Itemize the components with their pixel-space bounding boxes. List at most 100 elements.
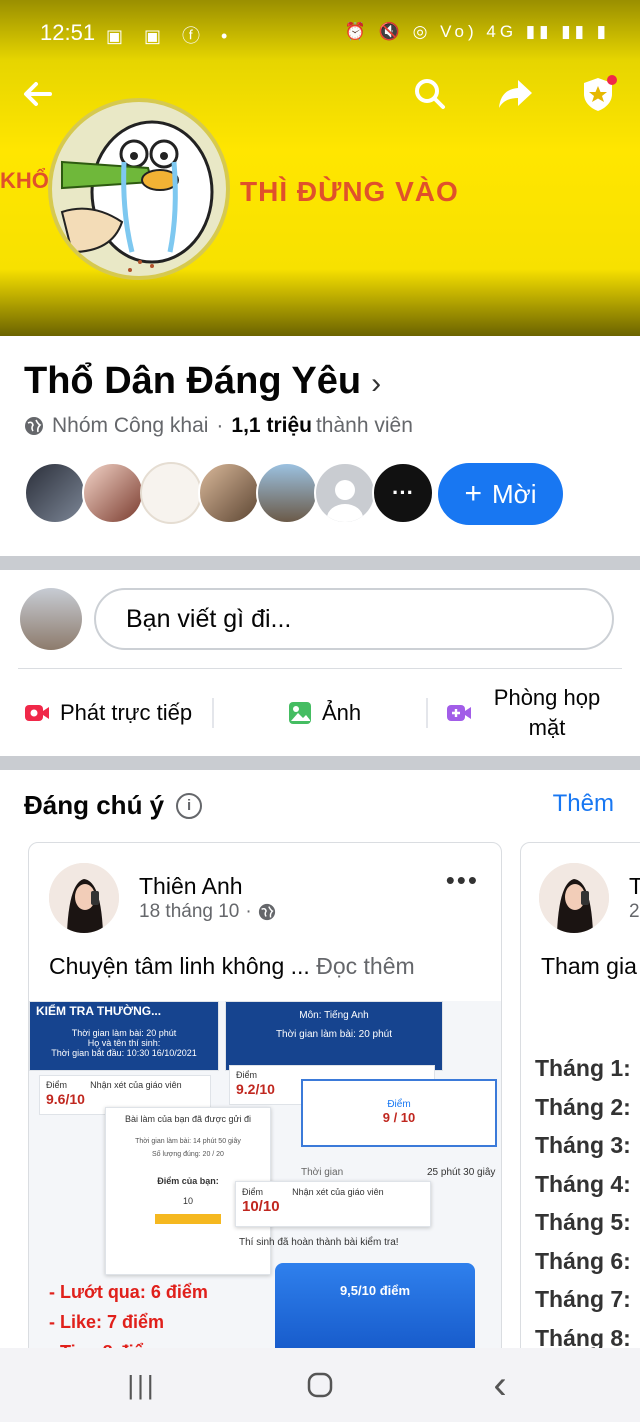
photo-label: Ảnh [322, 700, 362, 725]
exam-start: Thời gian bắt đầu: 10:30 16/10/2021 [51, 1048, 197, 1058]
time-label: Thời gian [301, 1167, 344, 1178]
avatar[interactable] [256, 462, 318, 524]
featured-title-text: Đáng chú ý [24, 790, 165, 820]
month-item: Tháng 4: [535, 1170, 631, 1197]
divider [18, 668, 622, 669]
avatar[interactable] [140, 462, 202, 524]
section-divider [0, 556, 640, 570]
shield-star-icon [584, 75, 617, 111]
post-image-collage[interactable]: KIỂM TRA THƯỜNG... Thời gian làm bài: 20… [29, 1001, 501, 1361]
time-spent: Thời gian làm bài: 14 phút 50 giây [135, 1138, 241, 1145]
post-date: 2 [629, 901, 640, 922]
post-composer-input[interactable]: Bạn viết gì đi... [94, 588, 614, 650]
back-nav-button[interactable]: ‹ [470, 1360, 530, 1410]
teacher-comment-label-2: Nhận xét của giáo viên [292, 1187, 384, 1197]
room-video-icon [447, 705, 471, 721]
status-system-icons: ⏰ 🔇 ◎ Vo) 4G ▮▮ ▮▮ ▮ [344, 22, 610, 41]
back-button[interactable] [14, 70, 62, 118]
score-banner-text: 9,5/10 điểm [339, 1283, 411, 1298]
admin-tools-button[interactable] [574, 70, 622, 118]
cover-caption-right: THÌ ĐỪNG VÀO [240, 176, 459, 207]
score-box-label: Điểm [387, 1099, 411, 1110]
my-avatar[interactable] [20, 588, 82, 650]
see-more-link[interactable]: Thêm [553, 790, 614, 818]
exam-header-panel-2: Môn: Tiếng Anh Thời gian làm bài: 20 phú… [225, 1001, 443, 1071]
share-icon [499, 80, 532, 108]
exam-header-panel: KIỂM TRA THƯỜNG... Thời gian làm bài: 20… [29, 1001, 219, 1071]
cover-logo-image [48, 98, 230, 280]
group-privacy: Nhóm Công khai [52, 414, 209, 437]
home-circle-icon [307, 1372, 333, 1398]
avatar[interactable] [198, 462, 260, 524]
author-avatar[interactable] [49, 863, 119, 933]
member-count: 1,1 triệu [231, 414, 312, 437]
search-button[interactable] [406, 70, 454, 118]
post-options-button[interactable]: ••• [446, 865, 479, 896]
group-cover-photo[interactable]: KHỔ THÌ ĐỪNG VÀO 12:51 ▣ ▣ ⓕ • ⏰ 🔇 ◎ Vo)… [0, 0, 640, 336]
post-text-preview: Chuyện tâm linh không ... [49, 953, 310, 979]
room-label: Phòng họp mặt [493, 685, 601, 740]
member-avatars[interactable]: ··· [24, 462, 434, 524]
divider [426, 698, 428, 728]
author-name[interactable]: Thiên Anh [139, 873, 243, 900]
photo-button[interactable]: Ảnh [288, 680, 361, 746]
group-name-text: Thổ Dân Đáng Yêu [24, 360, 362, 402]
featured-post-card[interactable]: T 2 Tham gia Tháng 1: Tháng 2: Tháng 3: … [520, 842, 640, 1362]
score-value-4: 10/10 [242, 1198, 280, 1215]
home-button[interactable] [290, 1360, 350, 1410]
score-label-4: Điểm [242, 1187, 264, 1197]
score-box: Điểm 9 / 10 [301, 1079, 497, 1147]
author-avatar[interactable] [539, 863, 609, 933]
avatar[interactable] [24, 462, 86, 524]
globe-icon [25, 417, 43, 435]
time-value: 25 phút 30 giây [427, 1167, 496, 1178]
month-item: Tháng 1: [535, 1055, 631, 1081]
score-value-1: 9.6/10 [46, 1091, 85, 1107]
month-item: Tháng 3: [535, 1132, 631, 1158]
chevron-right-icon: › [371, 367, 382, 400]
post-date-text: 18 tháng 10 [139, 901, 240, 922]
month-item: Tháng 7: [535, 1286, 631, 1312]
meta-dot: · [245, 901, 252, 922]
month-list: Tháng 1: Tháng 2: Tháng 3: Tháng 4: Thán… [535, 1049, 631, 1357]
globe-icon [258, 903, 275, 921]
cover-caption-left: KHỔ [0, 168, 49, 193]
avatar[interactable] [82, 462, 144, 524]
more-members-button[interactable]: ··· [372, 462, 434, 524]
group-title[interactable]: Thổ Dân Đáng Yêu › [24, 360, 381, 403]
post-date: 18 tháng 10 · [139, 901, 276, 923]
section-divider [0, 756, 640, 770]
recent-apps-button[interactable]: ||| [112, 1360, 172, 1410]
month-item: Tháng 6: [535, 1247, 631, 1274]
photo-icon [289, 702, 311, 724]
score-panel-4: Điểm Nhận xét của giáo viên 10/10 [235, 1181, 431, 1227]
exam-subject: Môn: Tiếng Anh [299, 1010, 369, 1021]
featured-section-title: Đáng chú ý i [24, 790, 203, 821]
read-more-link[interactable]: Đọc thêm [316, 953, 414, 979]
featured-post-card[interactable]: Thiên Anh 18 tháng 10 · ••• Chuyện tâm l… [28, 842, 502, 1362]
info-icon[interactable]: i [176, 792, 203, 819]
post-text: Tham gia [541, 953, 637, 979]
exam-student: Họ và tên thí sinh: [87, 1038, 161, 1048]
post-text: Chuyện tâm linh không ... Đọc thêm [49, 953, 415, 980]
room-button[interactable]: Phòng họp mặt [446, 680, 612, 746]
correct-count: Số lượng đúng: 20 / 20 [152, 1151, 224, 1158]
view-answers-bar [155, 1214, 221, 1224]
submitted-text: Bài làm của bạn đã được gửi đi [124, 1114, 252, 1124]
member-label: thành viên [315, 414, 413, 437]
plus-icon: + [464, 477, 483, 510]
score-value-3: 9 / 10 [382, 1110, 416, 1125]
status-time: 12:51 [40, 20, 96, 45]
status-bar: 12:51 ▣ ▣ ⓕ • ⏰ 🔇 ◎ Vo) 4G ▮▮ ▮▮ ▮ [0, 0, 640, 64]
search-icon [415, 79, 445, 109]
exam-duration-2: Thời gian làm bài: 20 phút [275, 1029, 393, 1040]
reaction-line: - Lướt qua: 6 điểm [49, 1282, 208, 1302]
avatar[interactable] [314, 462, 376, 524]
group-meta: Nhóm Công khai · 1,1 triệu thành viên [24, 414, 413, 438]
default-user-icon [327, 480, 363, 522]
live-video-button[interactable]: Phát trực tiếp [24, 680, 192, 746]
share-button[interactable] [492, 70, 540, 118]
invite-button[interactable]: + Mời [438, 463, 563, 525]
author-name[interactable]: T [629, 873, 640, 900]
meta-dot: · [216, 414, 224, 437]
